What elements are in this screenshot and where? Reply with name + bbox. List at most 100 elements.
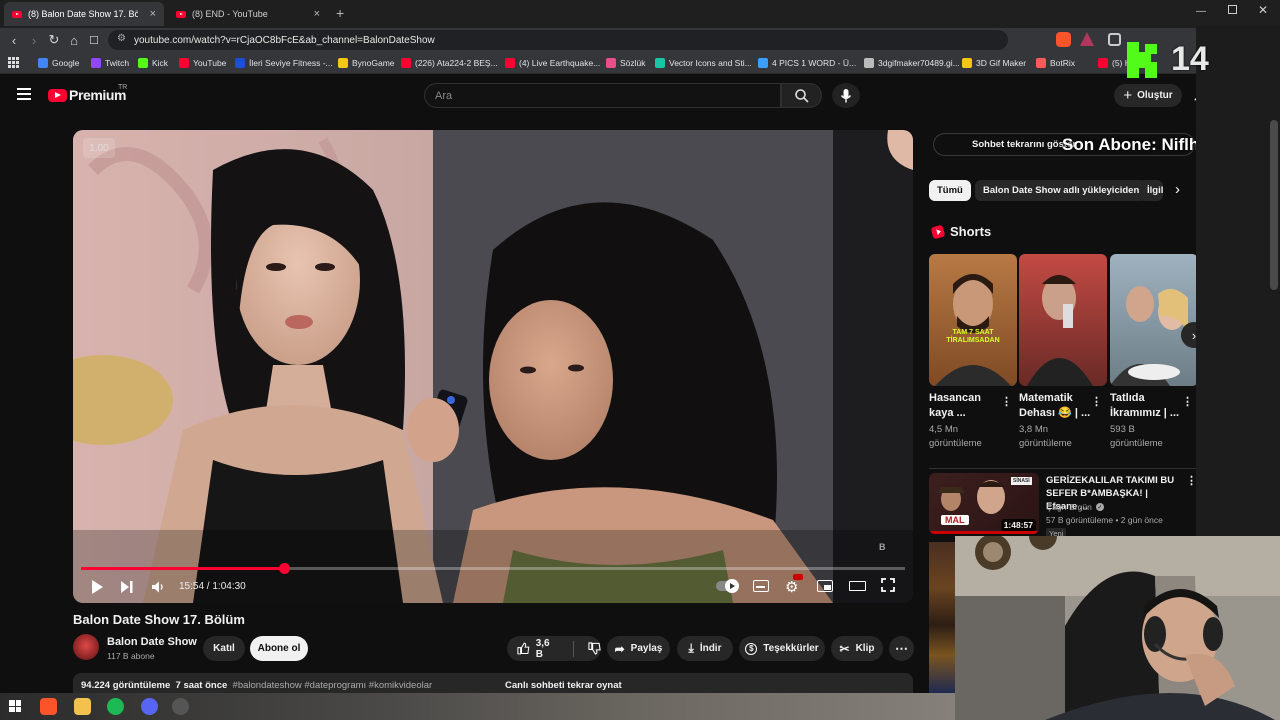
- create-button[interactable]: + Oluştur: [1114, 84, 1182, 107]
- video-frame: [73, 130, 913, 603]
- browser-tab-active[interactable]: (8) Balon Date Show 17. Bölüm ×: [4, 2, 164, 26]
- bookmark-item[interactable]: YouTube: [179, 56, 226, 70]
- address-bar[interactable]: ⚙ youtube.com/watch?v=rCjaOC8bFcE&ab_cha…: [108, 30, 1008, 50]
- youtube-logo-icon[interactable]: [48, 89, 67, 102]
- divider: [573, 640, 574, 657]
- bookmark-icon[interactable]: ☐: [86, 32, 102, 48]
- progress-fill: [81, 567, 285, 570]
- window-close-icon[interactable]: ✕: [1258, 3, 1268, 17]
- bookmark-item[interactable]: İleri Seviye Fitness -...: [235, 56, 333, 70]
- browser-tab[interactable]: (8) END - YouTube ×: [168, 2, 328, 26]
- video-player[interactable]: 1.00 B 15:54 / 1:04:30 ⚙: [73, 130, 913, 603]
- short-title[interactable]: Tatlıda İkramımız | ...: [1110, 391, 1184, 421]
- bookmark-favicon-icon: [1036, 58, 1046, 68]
- download-button[interactable]: ⤓ İndir: [677, 636, 733, 661]
- recommended-channel[interactable]: Çağrı Ergün ✓: [1046, 502, 1104, 512]
- obs-icon[interactable]: [172, 698, 189, 715]
- tab-title: (8) END - YouTube: [192, 9, 268, 19]
- bookmark-item[interactable]: BynoGame: [338, 56, 395, 70]
- progress-bar[interactable]: [81, 563, 905, 574]
- next-button[interactable]: [120, 580, 134, 599]
- start-button-icon[interactable]: [9, 700, 21, 712]
- short-thumbnail[interactable]: [1019, 254, 1107, 386]
- chip-from-uploader[interactable]: Balon Date Show adlı yükleyiciden: [975, 180, 1148, 201]
- share-button[interactable]: ➦ Paylaş: [607, 636, 670, 661]
- page-scrollbar[interactable]: [1270, 120, 1278, 290]
- close-tab-icon[interactable]: ×: [150, 8, 156, 20]
- channel-name[interactable]: Balon Date Show: [107, 636, 197, 648]
- browser-toolbar: ‹ › ↻ ⌂ ☐ ⚙ youtube.com/watch?v=rCjaOC8b…: [0, 28, 1280, 52]
- bookmark-item[interactable]: 3D Gif Maker: [962, 56, 1026, 70]
- bookmark-item[interactable]: 4 PICS 1 WORD - Ü...: [758, 56, 856, 70]
- bookmark-item[interactable]: Sözlük: [606, 56, 646, 70]
- short-thumbnail[interactable]: [1110, 254, 1198, 386]
- maximize-icon[interactable]: [1228, 5, 1237, 14]
- menu-icon[interactable]: [17, 88, 31, 100]
- mute-button[interactable]: [151, 580, 165, 599]
- minimize-icon[interactable]: —: [1196, 6, 1206, 17]
- thanks-button[interactable]: $ Teşekkürler: [739, 636, 825, 661]
- subtitles-icon[interactable]: [753, 580, 769, 592]
- close-tab-icon[interactable]: ×: [314, 8, 320, 20]
- extensions-icon[interactable]: [1108, 33, 1121, 46]
- chip-related[interactable]: İlgili: [1139, 180, 1163, 201]
- hashtags[interactable]: #balondateshow #dateprogramı #komikvideo…: [233, 680, 433, 691]
- shorts-icon: [930, 224, 946, 240]
- site-info-icon[interactable]: ⚙: [117, 33, 126, 44]
- short-menu-icon[interactable]: ⋮: [1182, 395, 1193, 408]
- webcam-frame: [955, 536, 1280, 720]
- bookmark-item[interactable]: 3dgifmaker70489.gi...: [864, 56, 960, 70]
- forward-icon[interactable]: ›: [26, 32, 42, 48]
- clip-button[interactable]: ✂ Klip: [831, 636, 883, 661]
- short-menu-icon[interactable]: ⋮: [1091, 395, 1102, 408]
- bookmark-item[interactable]: Twitch: [91, 56, 129, 70]
- bookmark-item[interactable]: (226) Ata224-2 BEŞ...: [401, 56, 498, 70]
- autoplay-toggle[interactable]: [716, 579, 739, 593]
- tab-title: (8) Balon Date Show 17. Bölüm: [28, 9, 138, 19]
- bookmark-label: Twitch: [105, 58, 130, 68]
- like-count: 3,6 B: [535, 637, 550, 660]
- new-tab-button[interactable]: +: [336, 5, 344, 21]
- bookmark-item[interactable]: Kick: [138, 56, 168, 70]
- brave-rewards-icon[interactable]: [1080, 32, 1094, 46]
- bookmark-item[interactable]: Google: [38, 56, 79, 70]
- super-thanks-icon: $: [745, 642, 758, 655]
- short-menu-icon[interactable]: ⋮: [1001, 395, 1012, 408]
- channel-avatar[interactable]: [73, 634, 99, 660]
- short-title[interactable]: Matematik Dehası 😂 | ...: [1019, 391, 1093, 421]
- recommended-thumbnail[interactable]: MAL SİNASİ 1:48:57: [929, 473, 1039, 534]
- video-title: Balon Date Show 17. Bölüm: [73, 612, 245, 627]
- bookmark-item[interactable]: (4) Live Earthquake...: [505, 56, 600, 70]
- channel-watermark[interactable]: B: [879, 542, 886, 552]
- back-icon[interactable]: ‹: [6, 32, 22, 48]
- brave-shield-icon[interactable]: [1056, 32, 1071, 47]
- apps-grid-icon[interactable]: [8, 57, 19, 68]
- chip-all[interactable]: Tümü: [929, 180, 971, 201]
- search-input[interactable]: Ara: [424, 83, 781, 108]
- file-explorer-icon[interactable]: [74, 698, 91, 715]
- discord-icon[interactable]: [141, 698, 158, 715]
- theater-mode-icon[interactable]: [849, 581, 866, 591]
- like-button[interactable]: 3,6 B: [517, 638, 559, 660]
- short-thumbnail[interactable]: TAM 7 SAAT TİRALIMSADAN: [929, 254, 1017, 386]
- playback-speed-badge[interactable]: 1.00: [83, 138, 115, 158]
- spotify-icon[interactable]: [107, 698, 124, 715]
- subscribe-button[interactable]: Abone ol: [250, 636, 308, 661]
- voice-search-button[interactable]: [832, 83, 860, 108]
- home-icon[interactable]: ⌂: [66, 32, 82, 48]
- chips-next-icon[interactable]: ›: [1175, 181, 1180, 198]
- short-title[interactable]: Hasancan kaya ...: [929, 391, 1003, 421]
- join-button[interactable]: Katıl: [203, 636, 245, 661]
- webcam-overlay: [955, 536, 1280, 720]
- brave-taskbar-icon[interactable]: [40, 698, 57, 715]
- bookmark-item[interactable]: Vector Icons and Sti...: [655, 56, 752, 70]
- miniplayer-icon[interactable]: [817, 580, 833, 592]
- settings-icon[interactable]: ⚙: [785, 578, 798, 596]
- search-button[interactable]: [781, 83, 822, 108]
- more-actions-button[interactable]: ⋯: [889, 636, 914, 661]
- bookmark-item[interactable]: BotRix: [1036, 56, 1075, 70]
- play-button[interactable]: [90, 579, 104, 600]
- dislike-button[interactable]: [588, 642, 601, 655]
- fullscreen-button[interactable]: [881, 578, 895, 597]
- reload-icon[interactable]: ↻: [46, 32, 62, 48]
